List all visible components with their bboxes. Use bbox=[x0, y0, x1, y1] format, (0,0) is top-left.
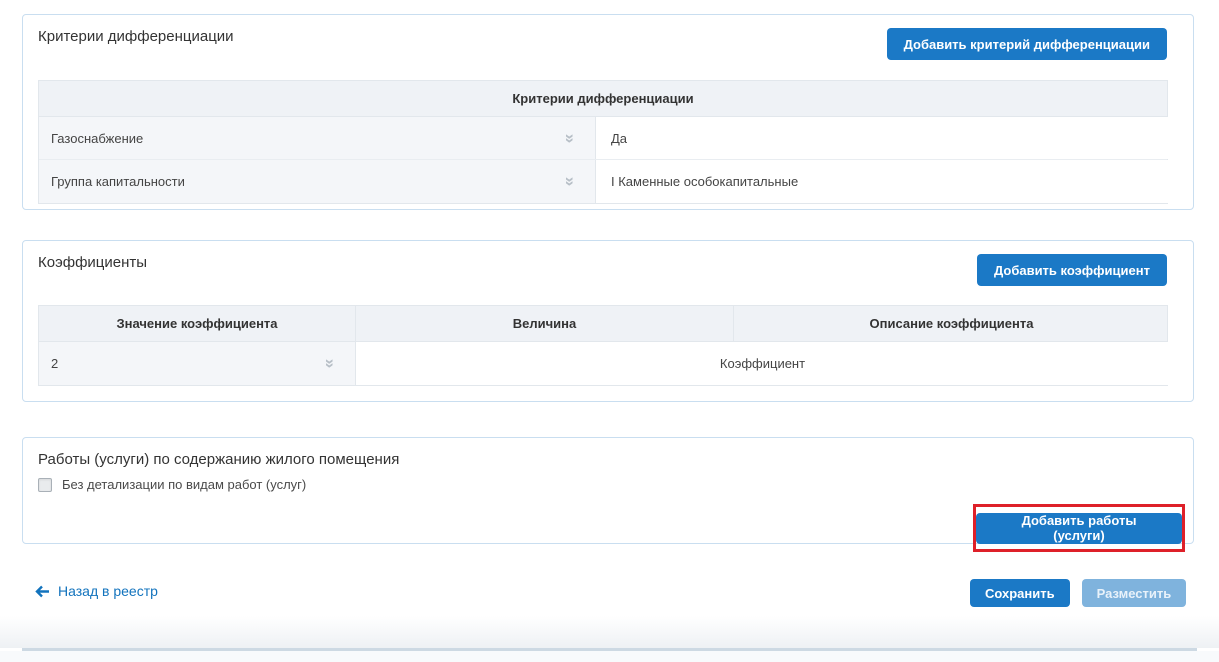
criteria-table: Критерии дифференциации Газоснабжение » … bbox=[38, 80, 1168, 204]
criteria-name: Группа капитальности bbox=[51, 174, 185, 189]
criteria-value-cell: Да bbox=[596, 117, 1169, 159]
column-header: Значение коэффициента bbox=[39, 306, 356, 341]
coefficients-panel-title: Коэффициенты bbox=[38, 254, 147, 271]
criteria-value-cell: I Каменные особокапитальные bbox=[596, 160, 1169, 203]
criteria-table-header: Критерии дифференциации bbox=[39, 81, 1167, 117]
no-detail-checkbox-label: Без детализации по видам работ (услуг) bbox=[62, 477, 306, 492]
add-coefficient-button[interactable]: Добавить коэффициент bbox=[977, 254, 1167, 286]
back-link-label: Назад в реестр bbox=[58, 583, 158, 599]
arrow-left-icon bbox=[35, 585, 50, 598]
add-works-button[interactable]: Добавить работы (услуги) bbox=[976, 513, 1182, 544]
save-button[interactable]: Сохранить bbox=[970, 579, 1070, 607]
table-row: Газоснабжение » Да bbox=[39, 117, 1167, 160]
criteria-name-cell: Группа капитальности » bbox=[39, 160, 596, 203]
coefficient-description-cell: Коэффициент bbox=[356, 342, 1169, 385]
coefficient-description: Коэффициент bbox=[720, 356, 805, 371]
add-criteria-button[interactable]: Добавить критерий дифференциации bbox=[887, 28, 1167, 60]
criteria-panel-title: Критерии дифференциации bbox=[38, 28, 234, 45]
criteria-value: Да bbox=[611, 131, 627, 146]
back-to-registry-link[interactable]: Назад в реестр bbox=[35, 583, 158, 599]
column-header: Величина bbox=[356, 306, 734, 341]
works-panel-title: Работы (услуги) по содержанию жилого пом… bbox=[38, 451, 399, 468]
criteria-name: Газоснабжение bbox=[51, 131, 143, 146]
coefficients-table: Значение коэффициента Величина Описание … bbox=[38, 305, 1168, 386]
chevron-double-down-icon[interactable]: » bbox=[562, 133, 579, 142]
coefficients-table-header-row: Значение коэффициента Величина Описание … bbox=[39, 306, 1167, 342]
place-button[interactable]: Разместить bbox=[1082, 579, 1187, 607]
chevron-double-down-icon[interactable]: » bbox=[562, 177, 579, 186]
criteria-name-cell: Газоснабжение » bbox=[39, 117, 596, 159]
no-detail-checkbox-row: Без детализации по видам работ (услуг) bbox=[38, 477, 306, 492]
coefficient-value-cell: 2 » bbox=[39, 342, 356, 385]
table-row: 2 » Коэффициент bbox=[39, 342, 1167, 385]
column-header: Описание коэффициента bbox=[734, 306, 1169, 341]
page-bottom-area bbox=[0, 651, 1219, 662]
page-bottom-gradient bbox=[0, 616, 1219, 648]
no-detail-checkbox[interactable] bbox=[38, 478, 52, 492]
chevron-double-down-icon[interactable]: » bbox=[322, 359, 339, 368]
criteria-value: I Каменные особокапитальные bbox=[611, 174, 798, 189]
coefficients-panel: Коэффициенты Добавить коэффициент Значен… bbox=[22, 240, 1194, 402]
highlight-box-red: Добавить работы (услуги) bbox=[973, 504, 1185, 552]
table-row: Группа капитальности » I Каменные особок… bbox=[39, 160, 1167, 203]
footer-buttons: Сохранить Разместить bbox=[970, 579, 1186, 607]
page: Критерии дифференциации Добавить критери… bbox=[0, 0, 1219, 662]
coefficient-value: 2 bbox=[51, 356, 58, 371]
criteria-panel: Критерии дифференциации Добавить критери… bbox=[22, 14, 1194, 210]
